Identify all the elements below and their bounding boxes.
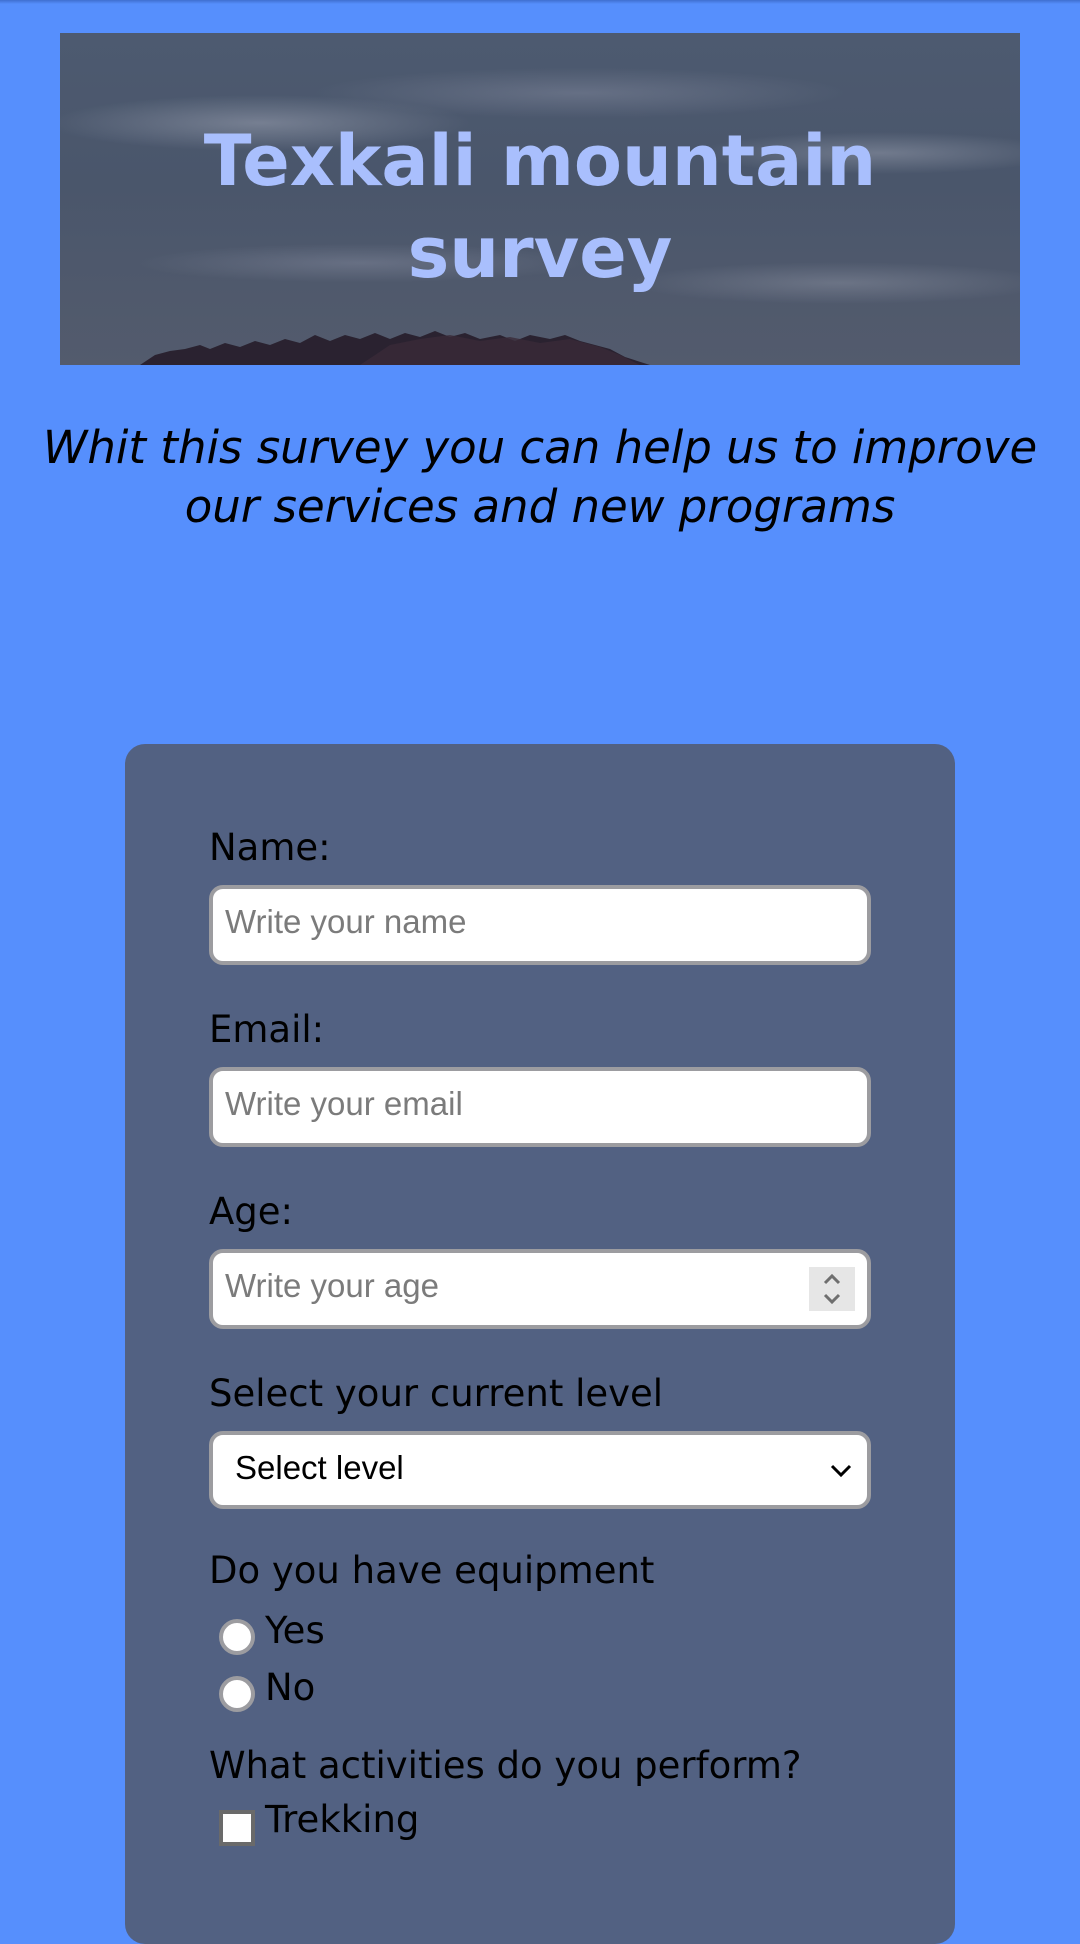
page-title: Texkali mountain survey (203, 120, 877, 294)
number-stepper-icon[interactable] (809, 1267, 855, 1311)
age-placeholder: Write your age (225, 1267, 439, 1304)
level-select[interactable]: Select level (209, 1431, 871, 1509)
age-label: Age: (209, 1190, 294, 1233)
top-edge-shadow (0, 0, 1080, 4)
mountain-silhouette-image (140, 331, 650, 365)
equipment-option-label: No (265, 1666, 316, 1709)
radio-button-no[interactable] (219, 1676, 255, 1712)
equipment-option-label: Yes (265, 1609, 325, 1652)
name-placeholder: Write your name (225, 903, 467, 940)
activities-label: What activities do you perform? (209, 1744, 802, 1787)
checkbox-trekking[interactable] (219, 1810, 255, 1846)
activity-option-label: Trekking (265, 1798, 420, 1841)
hero-banner: Texkali mountain survey (60, 33, 1020, 365)
name-label: Name: (209, 826, 331, 869)
survey-description: Whit this survey you can help us to impr… (42, 421, 1038, 533)
email-label: Email: (209, 1008, 325, 1051)
survey-form: Name: Write your name Email: Write your … (125, 744, 955, 1944)
level-select-value: Select level (235, 1449, 404, 1486)
level-label: Select your current level (209, 1372, 664, 1415)
age-input[interactable]: Write your age (209, 1249, 871, 1329)
chevron-down-icon (830, 1464, 852, 1478)
radio-button-yes[interactable] (219, 1619, 255, 1655)
name-input[interactable]: Write your name (209, 885, 871, 965)
equipment-label: Do you have equipment (209, 1549, 655, 1592)
email-placeholder: Write your email (225, 1085, 463, 1122)
email-input[interactable]: Write your email (209, 1067, 871, 1147)
